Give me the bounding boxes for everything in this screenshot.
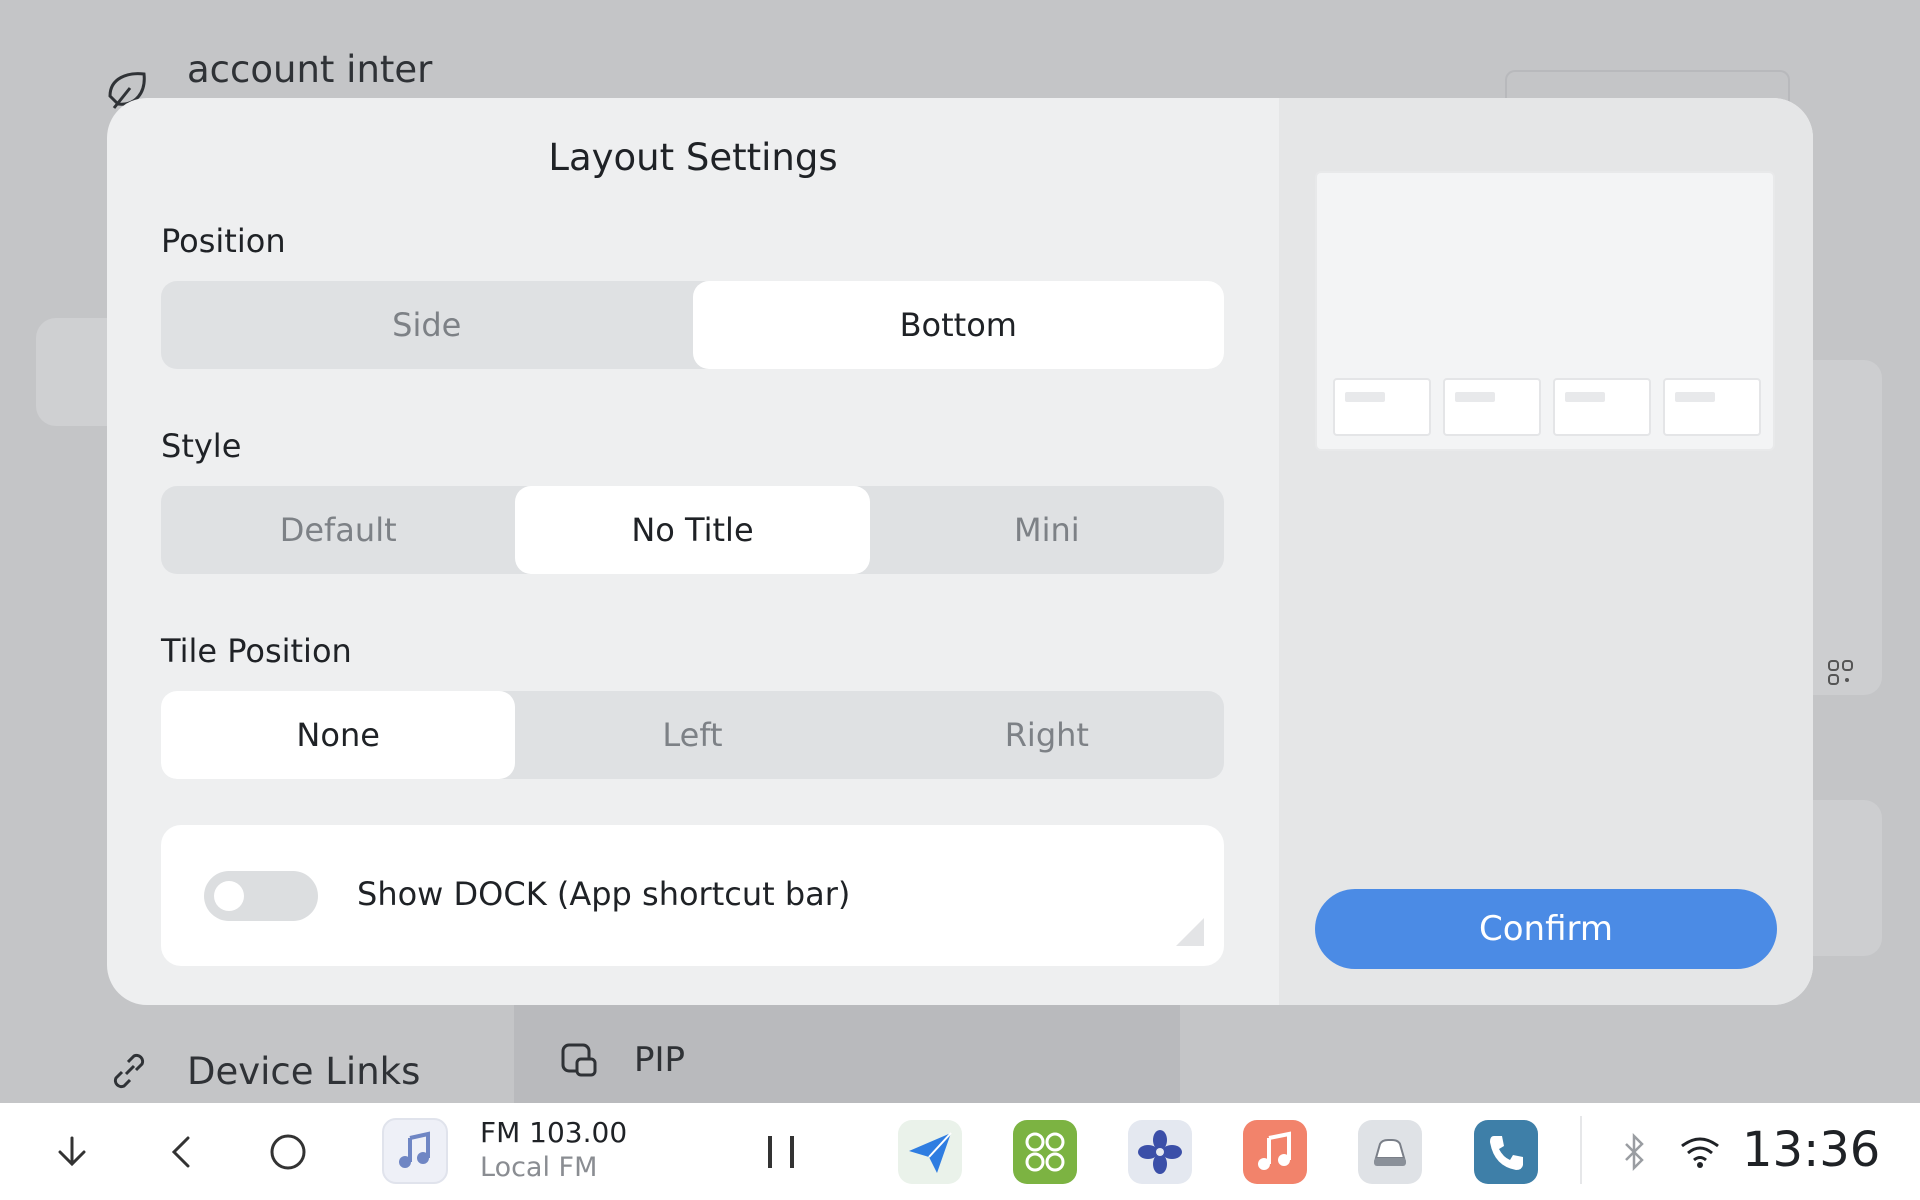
navigation-app-icon[interactable] bbox=[898, 1120, 962, 1184]
apps-grid-app-icon[interactable] bbox=[1013, 1120, 1077, 1184]
preview-tile bbox=[1553, 378, 1651, 436]
position-option-bottom[interactable]: Bottom bbox=[692, 281, 1224, 369]
tile-position-segmented-control: None Left Right bbox=[161, 691, 1224, 779]
preview-tile bbox=[1443, 378, 1541, 436]
back-icon[interactable] bbox=[162, 1132, 202, 1172]
style-segmented-control: Default No Title Mini bbox=[161, 486, 1224, 574]
layout-preview bbox=[1315, 171, 1775, 451]
account-menu-item[interactable]: account inter bbox=[187, 48, 432, 91]
taskbar-divider bbox=[1580, 1116, 1582, 1184]
tile-option-right[interactable]: Right bbox=[870, 691, 1224, 779]
pip-icon bbox=[561, 1043, 597, 1077]
clock: 13:36 bbox=[1742, 1122, 1881, 1178]
music-note-icon bbox=[382, 1118, 448, 1184]
phone-app-icon[interactable] bbox=[1474, 1120, 1538, 1184]
grid-icon bbox=[1828, 660, 1853, 685]
tile-option-left[interactable]: Left bbox=[515, 691, 869, 779]
toggle-knob bbox=[214, 881, 244, 911]
media-title: FM 103.00 bbox=[480, 1116, 628, 1149]
preview-dock-tiles bbox=[1333, 378, 1761, 436]
link-icon bbox=[113, 1053, 145, 1089]
home-icon[interactable] bbox=[268, 1132, 308, 1172]
style-option-mini[interactable]: Mini bbox=[870, 486, 1224, 574]
preview-pane: Confirm bbox=[1279, 98, 1813, 1005]
position-label: Position bbox=[161, 222, 286, 260]
show-dock-toggle[interactable] bbox=[204, 871, 318, 921]
preview-tile bbox=[1333, 378, 1431, 436]
resize-handle-icon bbox=[1176, 918, 1204, 946]
wifi-icon[interactable] bbox=[1678, 1134, 1722, 1170]
show-dock-label: Show DOCK (App shortcut bar) bbox=[357, 875, 851, 913]
style-option-no-title[interactable]: No Title bbox=[515, 486, 870, 574]
preview-tile bbox=[1663, 378, 1761, 436]
layout-settings-dialog: Confirm Layout Settings Position Side Bo… bbox=[107, 98, 1813, 1005]
bluetooth-icon[interactable] bbox=[1618, 1132, 1650, 1172]
fan-app-icon[interactable] bbox=[1128, 1120, 1192, 1184]
content-panel bbox=[514, 1000, 1180, 1103]
music-app-icon[interactable] bbox=[1243, 1120, 1307, 1184]
chevron-down-icon[interactable] bbox=[52, 1132, 92, 1172]
tile-option-none[interactable]: None bbox=[161, 691, 516, 779]
dialog-title: Layout Settings bbox=[548, 136, 838, 179]
pip-option[interactable]: PIP bbox=[634, 1040, 685, 1080]
style-label: Style bbox=[161, 427, 242, 465]
confirm-button[interactable]: Confirm bbox=[1315, 889, 1777, 969]
device-links-menu-item[interactable]: Device Links bbox=[187, 1050, 420, 1093]
dock-setting-card: Show DOCK (App shortcut bar) bbox=[161, 825, 1224, 966]
position-option-side[interactable]: Side bbox=[161, 281, 693, 369]
tile-position-label: Tile Position bbox=[161, 632, 352, 670]
car-app-icon[interactable] bbox=[1358, 1120, 1422, 1184]
position-segmented-control: Side Bottom bbox=[161, 281, 1224, 369]
media-subtitle: Local FM bbox=[480, 1152, 598, 1183]
style-option-default[interactable]: Default bbox=[161, 486, 515, 574]
pause-icon[interactable] bbox=[760, 1130, 804, 1174]
